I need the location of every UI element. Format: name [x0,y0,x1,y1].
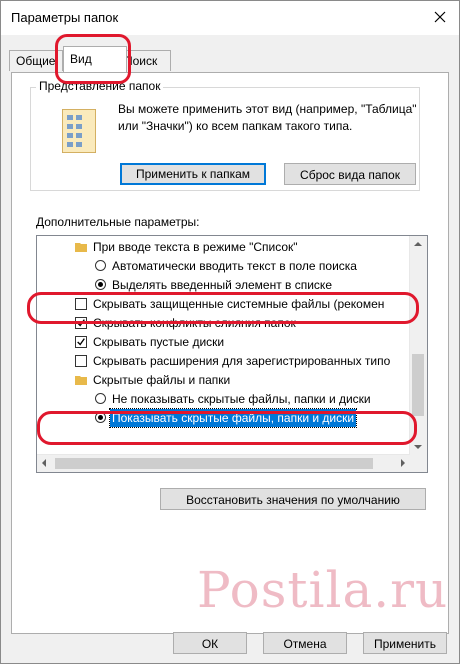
close-icon [434,11,446,23]
scroll-left-icon[interactable] [42,459,46,467]
checkbox[interactable] [75,298,87,310]
checkbox-checked[interactable] [75,317,87,329]
advanced-settings-label: Дополнительные параметры: [36,215,200,229]
folder-icon [75,376,87,385]
reset-folders-button[interactable]: Сброс вида папок [284,163,416,185]
scroll-thumb[interactable] [55,458,373,469]
view-tab-panel: Представление папок Вы можете применить … [11,72,449,634]
apply-button[interactable]: Применить [363,632,447,654]
close-button[interactable] [427,5,453,29]
folder-options-dialog: Параметры папок Общие Вид Поиск Представ… [0,0,460,664]
scrollbar-corner [410,455,427,472]
apply-to-folders-button[interactable]: Применить к папкам [120,163,266,185]
checkbox-checked[interactable] [75,336,87,348]
folder-views-description: Вы можете применить этот вид (например, … [118,102,417,133]
tab-general[interactable]: Общие [9,50,63,71]
restore-defaults-button[interactable]: Восстановить значения по умолчанию [160,488,426,510]
watermark: Postila.ru [197,561,449,619]
advanced-settings-list[interactable]: При вводе текста в режиме "Список" Автом… [36,235,428,473]
scroll-thumb[interactable] [412,354,424,416]
scroll-right-icon[interactable] [401,459,405,467]
scroll-down-icon[interactable] [414,445,422,449]
vertical-scrollbar[interactable] [409,236,427,455]
folder-icon [75,243,87,252]
cancel-button[interactable]: Отмена [263,632,347,654]
tab-view[interactable]: Вид [63,46,127,72]
radio-button[interactable] [95,393,106,404]
folder-views-legend: Представление папок [36,79,164,93]
checkbox[interactable] [75,355,87,367]
folder-views-icon [62,109,96,153]
radio-button[interactable] [95,279,106,290]
horizontal-scrollbar[interactable] [37,454,410,472]
title-bar: Параметры папок [1,1,459,35]
window-title: Параметры папок [11,10,119,25]
checkmark-icon [77,319,85,327]
radio-button[interactable] [95,412,106,423]
radio-button[interactable] [95,260,106,271]
checkmark-icon [77,338,85,346]
scroll-up-icon[interactable] [414,242,422,246]
ok-button[interactable]: ОК [173,632,247,654]
